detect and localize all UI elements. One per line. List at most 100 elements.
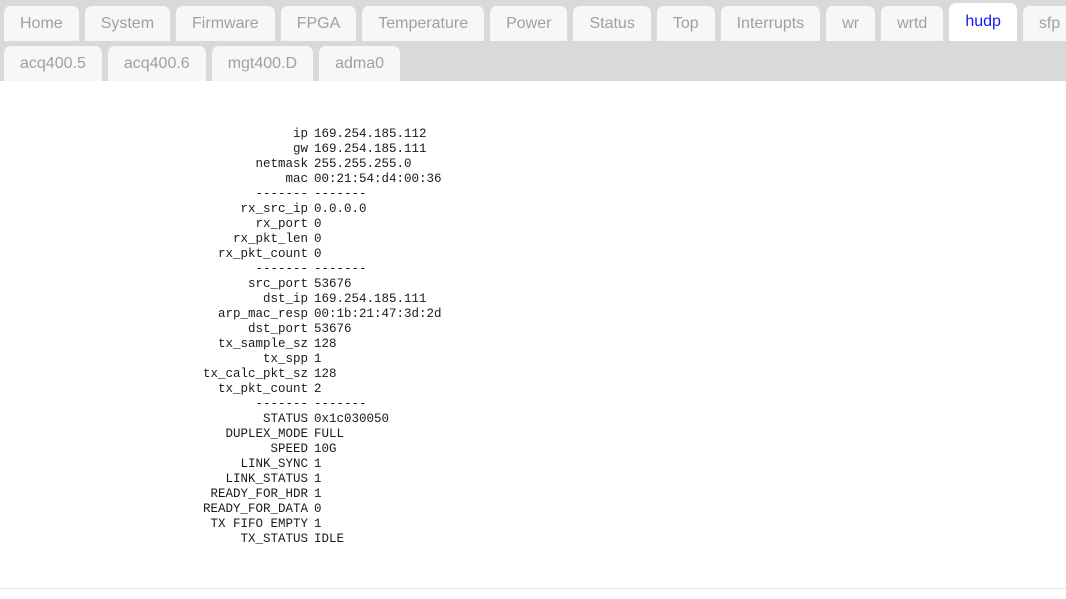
status-value: 00:21:54:d4:00:36 bbox=[314, 172, 442, 186]
status-row: READY_FOR_HDR 1 bbox=[92, 487, 442, 502]
tab-row-secondary: acq400.5 acq400.6 mgt400.D adma0 bbox=[0, 41, 1066, 81]
status-row: src_port 53676 bbox=[92, 277, 442, 292]
status-key: src_port bbox=[247, 277, 308, 291]
separator-key: ------- bbox=[255, 262, 308, 276]
status-value: 1 bbox=[314, 472, 322, 486]
status-key: dst_ip bbox=[262, 292, 308, 306]
status-value: 1 bbox=[314, 487, 322, 501]
status-row: tx_sample_sz 128 bbox=[92, 337, 442, 352]
status-value: 2 bbox=[314, 382, 322, 396]
separator-value: ------- bbox=[314, 262, 367, 276]
status-key: gw bbox=[292, 142, 308, 156]
status-key: LINK_STATUS bbox=[225, 472, 308, 486]
status-row: TX FIFO EMPTY 1 bbox=[92, 517, 442, 532]
status-key: tx_calc_pkt_sz bbox=[202, 367, 308, 381]
status-row: netmask 255.255.255.0 bbox=[92, 157, 442, 172]
main-content: ip 169.254.185.112 gw 169.254.185.111 netmas… bbox=[0, 81, 1066, 547]
tab-acq400-5[interactable]: acq400.5 bbox=[4, 46, 102, 81]
tab-home[interactable]: Home bbox=[4, 6, 79, 41]
status-row: tx_spp 1 bbox=[92, 352, 442, 367]
status-row: tx_calc_pkt_sz 128 bbox=[92, 367, 442, 382]
separator-value: ------- bbox=[314, 187, 367, 201]
status-key: TX_STATUS bbox=[240, 532, 308, 546]
tab-mgt400-d[interactable]: mgt400.D bbox=[211, 46, 314, 81]
status-key: rx_pkt_count bbox=[217, 247, 308, 261]
tab-system[interactable]: System bbox=[84, 6, 171, 41]
tab-row-primary: Home System Firmware FPGA Temperature Power St… bbox=[0, 3, 1066, 41]
tab-wr[interactable]: wr bbox=[826, 6, 876, 41]
separator-row: ------- ------- bbox=[92, 397, 442, 412]
separator-row: ------- ------- bbox=[92, 187, 442, 202]
status-value: 0x1c030050 bbox=[314, 412, 390, 426]
status-key: dst_port bbox=[247, 322, 308, 336]
footer-divider bbox=[0, 588, 1066, 589]
status-row: rx_pkt_count 0 bbox=[92, 247, 442, 262]
status-key: TX FIFO EMPTY bbox=[210, 517, 308, 531]
tab-power[interactable]: Power bbox=[490, 6, 568, 41]
tab-top[interactable]: Top bbox=[656, 6, 715, 41]
status-key: rx_src_ip bbox=[240, 202, 308, 216]
status-key: READY_FOR_DATA bbox=[202, 502, 308, 516]
status-key: tx_sample_sz bbox=[217, 337, 308, 351]
hudp-status-table: ip 169.254.185.112 gw 169.254.185.111 netmas… bbox=[92, 127, 442, 547]
tab-adma0[interactable]: adma0 bbox=[319, 46, 400, 81]
status-value: 0 bbox=[314, 217, 322, 231]
status-row: mac 00:21:54:d4:00:36 bbox=[92, 172, 442, 187]
tab-fpga[interactable]: FPGA bbox=[280, 6, 357, 41]
tab-wrtd[interactable]: wrtd bbox=[881, 6, 944, 41]
status-value: IDLE bbox=[314, 532, 345, 546]
status-key: rx_port bbox=[255, 217, 308, 231]
status-value: 1 bbox=[314, 517, 322, 531]
status-value: 00:1b:21:47:3d:2d bbox=[314, 307, 442, 321]
status-value: 53676 bbox=[314, 322, 352, 336]
status-value: 0.0.0.0 bbox=[314, 202, 367, 216]
status-value: 0 bbox=[314, 502, 322, 516]
hudp-status-table-body: ip 169.254.185.112 gw 169.254.185.111 netmas… bbox=[92, 127, 442, 547]
status-key: tx_pkt_count bbox=[217, 382, 308, 396]
tab-temperature[interactable]: Temperature bbox=[362, 6, 485, 41]
status-value: 10G bbox=[314, 442, 337, 456]
status-row: dst_port 53676 bbox=[92, 322, 442, 337]
tab-acq400-6[interactable]: acq400.6 bbox=[107, 46, 206, 81]
status-key: ip bbox=[292, 127, 308, 141]
tab-bar: Home System Firmware FPGA Temperature Power St… bbox=[0, 0, 1066, 81]
status-value: 255.255.255.0 bbox=[314, 157, 412, 171]
status-value: 0 bbox=[314, 232, 322, 246]
status-row: rx_src_ip 0.0.0.0 bbox=[92, 202, 442, 217]
status-row: gw 169.254.185.111 bbox=[92, 142, 442, 157]
status-value: 169.254.185.111 bbox=[314, 142, 427, 156]
status-row: TX_STATUS IDLE bbox=[92, 532, 442, 547]
status-key: rx_pkt_len bbox=[232, 232, 308, 246]
separator-key: ------- bbox=[255, 397, 308, 411]
separator-row: ------- ------- bbox=[92, 262, 442, 277]
status-value: 128 bbox=[314, 337, 337, 351]
status-key: netmask bbox=[255, 157, 308, 171]
status-key: DUPLEX_MODE bbox=[225, 427, 308, 441]
status-value: FULL bbox=[314, 427, 345, 441]
status-row: ip 169.254.185.112 bbox=[92, 127, 442, 142]
status-row: LINK_STATUS 1 bbox=[92, 472, 442, 487]
status-row: SPEED 10G bbox=[92, 442, 442, 457]
status-value: 169.254.185.112 bbox=[314, 127, 427, 141]
status-row: DUPLEX_MODE FULL bbox=[92, 427, 442, 442]
status-key: mac bbox=[285, 172, 308, 186]
status-key: LINK_SYNC bbox=[240, 457, 308, 471]
tab-status[interactable]: Status bbox=[573, 6, 651, 41]
status-value: 53676 bbox=[314, 277, 352, 291]
status-value: 169.254.185.111 bbox=[314, 292, 427, 306]
status-row: tx_pkt_count 2 bbox=[92, 382, 442, 397]
tab-hudp[interactable]: hudp bbox=[949, 3, 1017, 41]
status-key: tx_spp bbox=[262, 352, 308, 366]
tab-interrupts[interactable]: Interrupts bbox=[720, 6, 821, 41]
status-row: arp_mac_resp 00:1b:21:47:3d:2d bbox=[92, 307, 442, 322]
status-key: STATUS bbox=[262, 412, 308, 426]
status-row: READY_FOR_DATA 0 bbox=[92, 502, 442, 517]
status-row: rx_port 0 bbox=[92, 217, 442, 232]
status-row: LINK_SYNC 1 bbox=[92, 457, 442, 472]
status-value: 1 bbox=[314, 352, 322, 366]
tab-sfp[interactable]: sfp bbox=[1022, 6, 1066, 41]
separator-value: ------- bbox=[314, 397, 367, 411]
status-value: 128 bbox=[314, 367, 337, 381]
status-row: STATUS 0x1c030050 bbox=[92, 412, 442, 427]
tab-firmware[interactable]: Firmware bbox=[176, 6, 275, 41]
